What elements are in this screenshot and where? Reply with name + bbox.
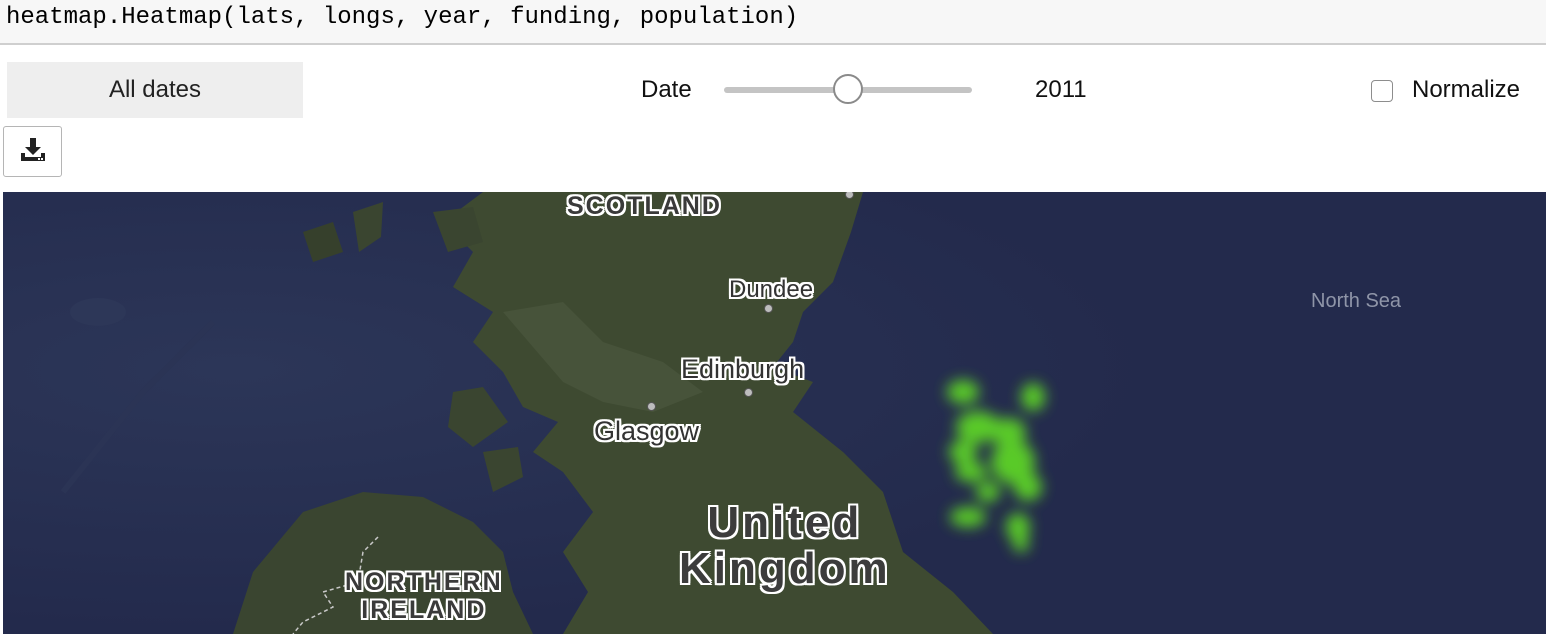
city-dot-dundee [764, 304, 773, 313]
date-value: 2011 [1035, 76, 1087, 103]
map-label-northern: NORTHERN [345, 568, 503, 596]
code-cell[interactable]: heatmap.Heatmap(lats, longs, year, fundi… [0, 0, 1546, 45]
map-label-dundee: Dundee [729, 276, 814, 303]
normalize-checkbox[interactable] [1371, 80, 1393, 102]
city-dot-glasgow [647, 402, 656, 411]
code-line: heatmap.Heatmap(lats, longs, year, fundi… [6, 4, 799, 31]
map-label-edinburgh: Edinburgh [681, 354, 805, 384]
map-label-united-kingdom: United Kingdom [679, 500, 891, 592]
download-button[interactable] [3, 126, 62, 177]
date-slider-handle[interactable] [833, 74, 863, 104]
map-label-united: United [707, 498, 863, 547]
map-label-north-sea: North Sea [1311, 290, 1402, 312]
normalize-label[interactable]: Normalize [1412, 76, 1520, 104]
heatmap-map[interactable]: SCOTLAND Dundee Edinburgh Glasgow United… [3, 192, 1546, 634]
date-label: Date [641, 76, 692, 103]
map-label-northern-ireland: NORTHERN IRELAND [345, 568, 503, 624]
map-label-glasgow: Glasgow [594, 416, 700, 446]
map-label-kingdom: Kingdom [679, 544, 891, 593]
map-label-ireland: IRELAND [361, 596, 487, 624]
map-label-scotland: SCOTLAND [567, 192, 722, 220]
all-dates-button[interactable]: All dates [7, 62, 303, 118]
city-dot-edinburgh [744, 388, 753, 397]
download-icon [19, 137, 47, 166]
